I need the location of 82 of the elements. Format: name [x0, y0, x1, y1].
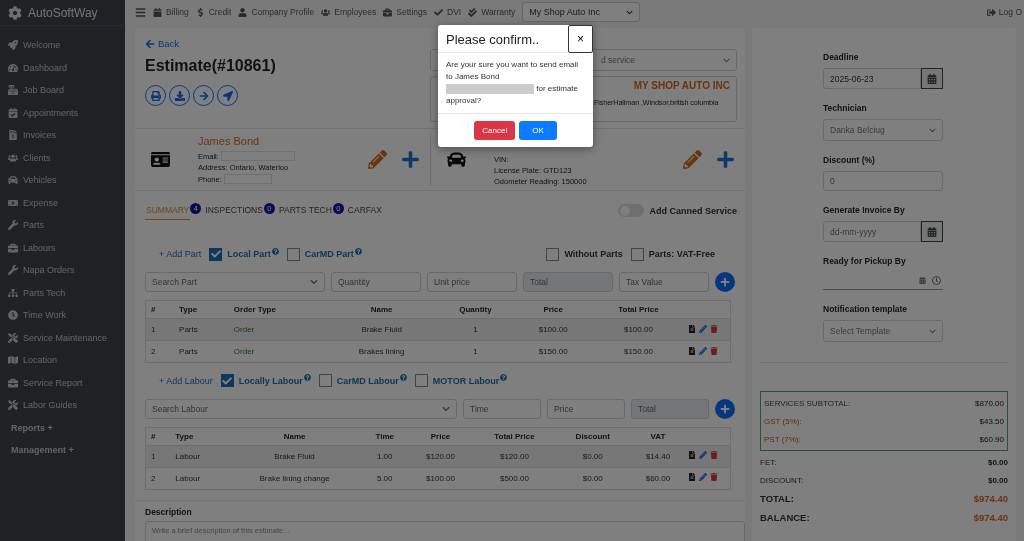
table-cell: 1	[145, 318, 175, 341]
shop-name: MY SHOP AUTO INC	[633, 80, 730, 91]
total-label: FET:	[760, 457, 777, 467]
table-cell: $150.00	[590, 340, 687, 363]
page-title: Estimate(#10861)	[145, 57, 277, 75]
total-value: $0.00	[987, 475, 1008, 485]
table-cell: 1	[145, 445, 171, 468]
table-cell: $60.00	[629, 467, 687, 490]
table-cell: Order	[228, 340, 329, 363]
column-header: Total Price	[590, 300, 687, 319]
column-header: Quantity	[434, 300, 516, 319]
table-cell: $150.00	[516, 340, 591, 363]
total-field: Total	[631, 398, 709, 419]
summary-label: GST (5%):	[764, 416, 802, 426]
column-header: Name	[228, 427, 362, 446]
option-label: Parts: VAT-Free	[648, 249, 715, 260]
column-header: Name	[328, 300, 435, 319]
dialog-title: Please confirm..	[445, 31, 540, 47]
table-cell: 2	[145, 340, 175, 363]
column-header: #	[145, 427, 171, 446]
field-label: Ready for Pickup By	[823, 256, 907, 266]
column-header: #	[145, 300, 175, 319]
table-cell: Brake lining change	[228, 467, 362, 490]
table-cell: Parts	[174, 340, 229, 363]
column-header: Type	[174, 300, 229, 319]
table-cell: 1.00	[361, 445, 409, 468]
table-cell: 1	[434, 340, 516, 363]
option-label: MOTOR Labour	[432, 375, 500, 386]
option-label: Local Part	[227, 249, 271, 260]
table-cell: Brakes lining	[328, 340, 435, 363]
brand-name: AutoSoftWay	[28, 5, 98, 20]
table-cell: 2	[145, 467, 171, 490]
column-header: Time	[361, 427, 409, 446]
summary-value: $870.00	[975, 398, 1004, 408]
total-value: $974.40	[973, 512, 1008, 523]
table-cell: Brake Fluid	[328, 318, 435, 341]
dialog-message: Are your sure you want to send email to James Bond for estimate approval?	[446, 59, 580, 107]
table-cell: $14.40	[629, 445, 687, 468]
table-cell: $120.00	[472, 445, 557, 468]
table-cell: $120.00	[408, 445, 473, 468]
table-cell: Parts	[174, 318, 229, 341]
toggle-label: Add Canned Service	[649, 205, 737, 216]
table-cell: 5.00	[361, 467, 409, 490]
table-cell: $0.00	[556, 467, 630, 490]
column-header: Discount	[556, 427, 630, 446]
field-label: Technician	[823, 103, 868, 113]
column-header: Price	[516, 300, 591, 319]
column-header: Order Type	[228, 300, 329, 319]
column-header: Price	[408, 427, 473, 446]
column-header: Type	[170, 427, 229, 446]
column-header: Total Price	[472, 427, 557, 446]
option-label: CarMD Labour	[336, 375, 399, 386]
table-cell: $0.00	[556, 445, 630, 468]
table-cell: Labour	[170, 445, 229, 468]
field-label: Generate Invoice By	[823, 205, 906, 215]
summary-value: $60.90	[979, 434, 1004, 444]
option-label: Without Parts	[564, 249, 623, 260]
summary-label: PST (7%):	[764, 434, 801, 444]
table-cell: $100.00	[516, 318, 591, 341]
option-label: CarMD Part	[304, 249, 354, 260]
summary-label: SERVICES SUBTOTAL:	[764, 398, 851, 408]
field-label: Discount (%)	[823, 155, 876, 165]
summary-value: $43.50	[979, 416, 1004, 426]
total-label: BALANCE:	[760, 512, 810, 523]
table-cell: $500.00	[472, 467, 557, 490]
description-label: Description	[145, 506, 193, 517]
field-label: Deadline	[823, 52, 860, 62]
total-field: Total	[523, 272, 613, 292]
column-header: VAT	[629, 427, 687, 446]
client-name: James Bond	[198, 135, 261, 147]
total-value: $0.00	[987, 457, 1008, 467]
table-cell: Labour	[170, 467, 229, 490]
table-cell: $100.00	[590, 318, 687, 341]
total-value: $974.40	[973, 493, 1008, 504]
option-label: Locally Labour	[238, 375, 303, 386]
total-label: TOTAL:	[760, 493, 794, 504]
table-cell: Order	[228, 318, 329, 341]
total-label: DISCOUNT:	[760, 475, 804, 485]
table-cell: $100.00	[408, 467, 473, 490]
table-cell: Brake Fluid	[228, 445, 362, 468]
table-cell: 1	[434, 318, 516, 341]
field-label: Notification template	[823, 304, 909, 314]
